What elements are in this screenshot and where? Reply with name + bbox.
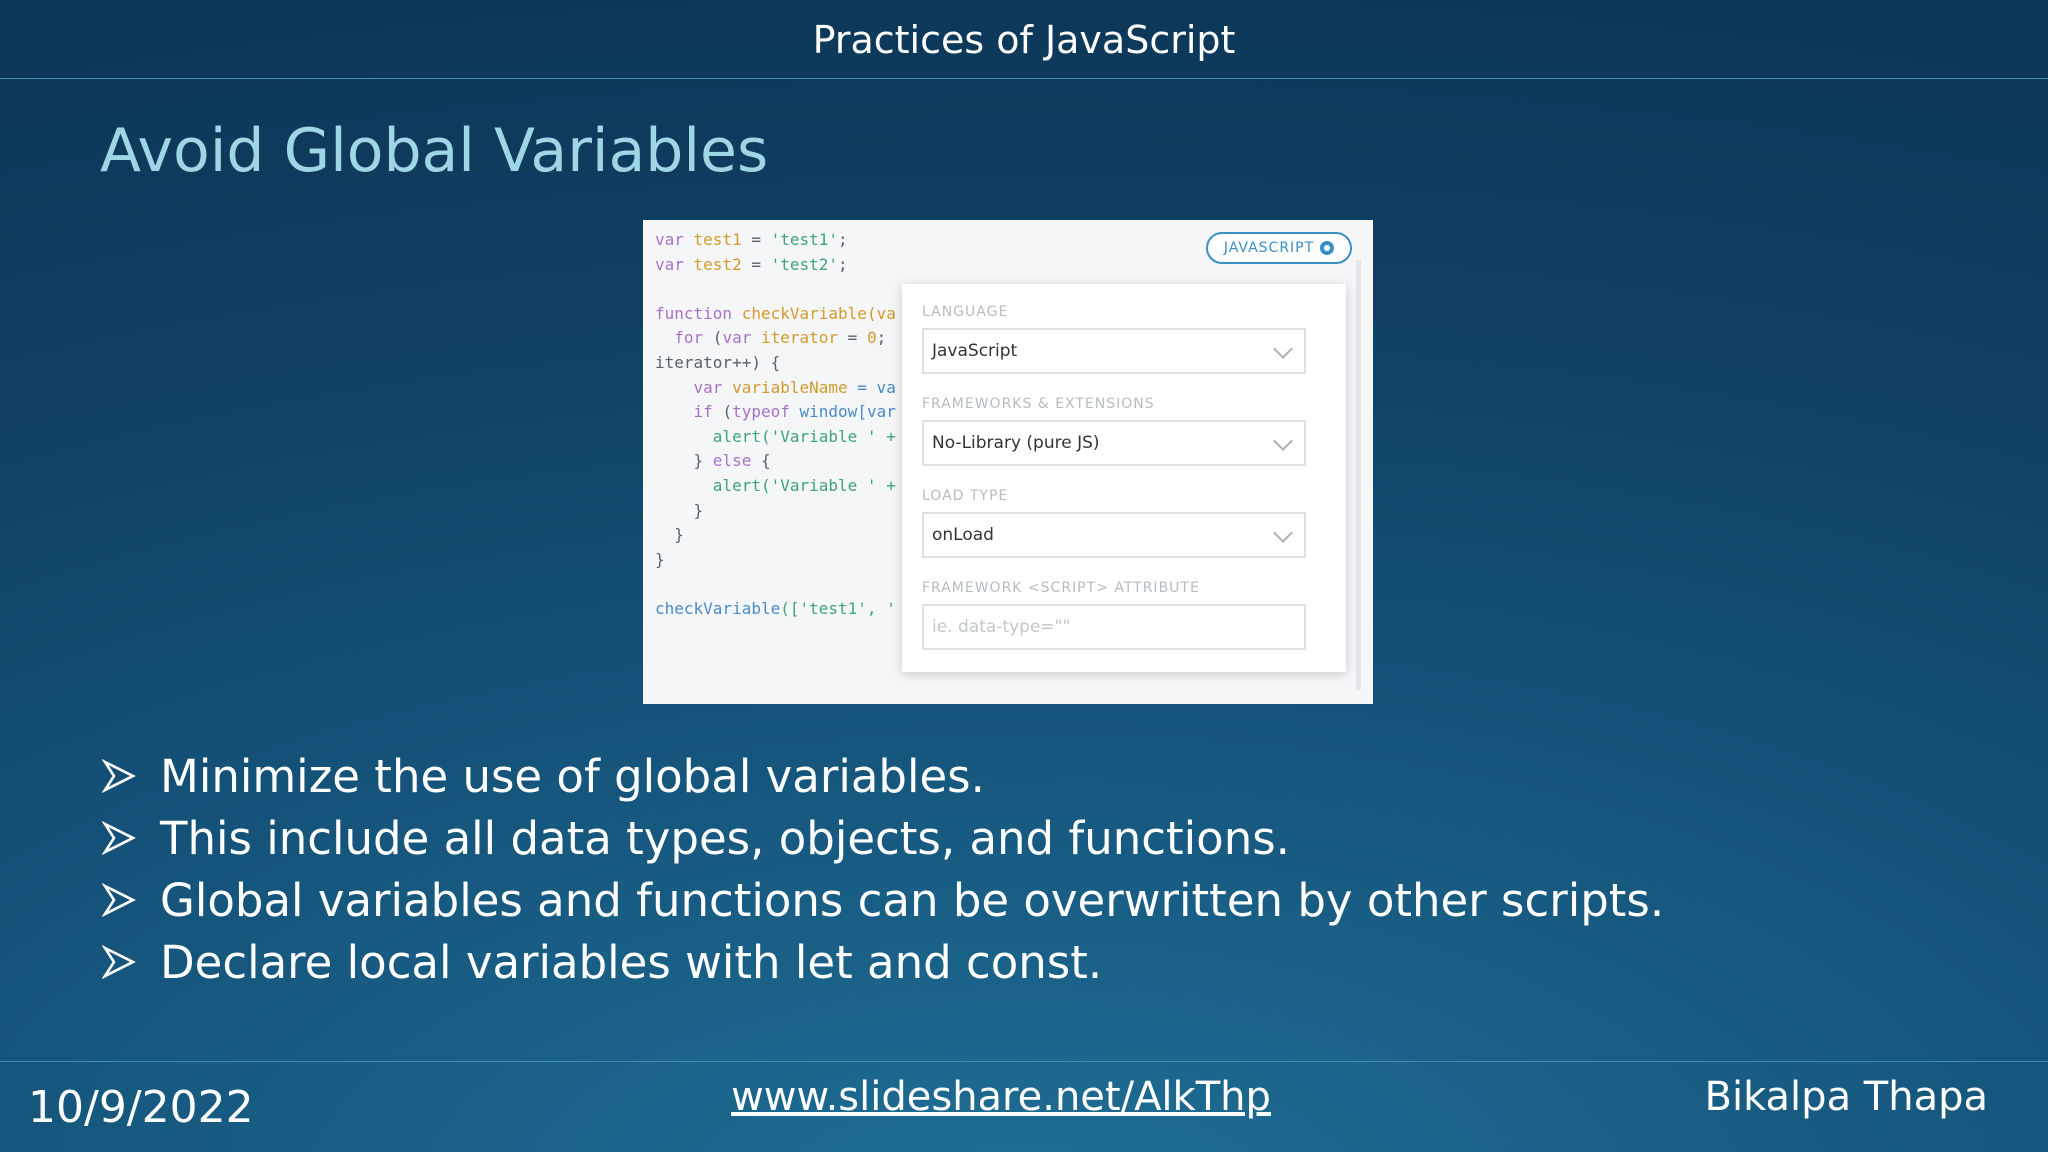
arrow-bullet-icon <box>102 821 136 855</box>
language-badge[interactable]: JAVASCRIPT <box>1206 232 1352 264</box>
footer-divider <box>0 1061 2048 1062</box>
code-line: } else { <box>655 451 771 471</box>
code-line: var variableName = va <box>655 377 896 397</box>
bullet-list: Minimize the use of global variables. Th… <box>102 745 1664 993</box>
header-title: Practices of JavaScript <box>812 18 1236 62</box>
slide-title: Avoid Global Variables <box>100 116 769 186</box>
language-select[interactable]: JavaScript <box>922 328 1306 374</box>
load-type-label: LOAD TYPE <box>922 488 1009 504</box>
code-line: alert('Variable ' + <box>655 475 896 495</box>
frameworks-value: No-Library (pure JS) <box>932 433 1100 453</box>
settings-panel: LANGUAGE JavaScript FRAMEWORKS & EXTENSI… <box>902 284 1346 672</box>
list-item: Minimize the use of global variables. <box>102 745 1664 807</box>
bullet-text: Minimize the use of global variables. <box>160 749 985 803</box>
arrow-bullet-icon <box>102 759 136 793</box>
code-screenshot: var test1 = 'test1'; var test2 = 'test2';… <box>643 220 1373 704</box>
language-badge-label: JAVASCRIPT <box>1223 240 1315 256</box>
chevron-down-icon <box>1273 339 1293 359</box>
bullet-text: Global variables and functions can be ov… <box>160 873 1665 927</box>
chevron-down-icon <box>1273 431 1293 451</box>
code-line: function checkVariable(va <box>655 303 896 323</box>
attribute-placeholder: ie. data-type="" <box>932 617 1071 637</box>
chevron-down-icon <box>1273 523 1293 543</box>
code-line: var test1 = 'test1'; <box>655 230 848 249</box>
code-line: var test2 = 'test2'; <box>655 254 848 274</box>
code-line: iterator++) { <box>655 352 781 372</box>
code-line: alert('Variable ' + <box>655 426 896 446</box>
load-type-select[interactable]: onLoad <box>922 512 1306 558</box>
load-type-value: onLoad <box>932 525 994 545</box>
code-line: } <box>655 549 665 569</box>
list-item: This include all data types, objects, an… <box>102 807 1664 869</box>
bullet-text: Declare local variables with let and con… <box>160 935 1103 989</box>
gear-icon <box>1320 241 1335 255</box>
list-item: Global variables and functions can be ov… <box>102 869 1664 931</box>
language-label: LANGUAGE <box>922 304 1009 320</box>
attribute-input[interactable]: ie. data-type="" <box>922 604 1306 650</box>
attribute-label: FRAMEWORK <SCRIPT> ATTRIBUTE <box>922 580 1200 596</box>
footer-link-text[interactable]: www.slideshare.net/AlkThp <box>731 1074 1271 1120</box>
frameworks-label: FRAMEWORKS & EXTENSIONS <box>922 396 1155 412</box>
list-item: Declare local variables with let and con… <box>102 931 1664 993</box>
code-line: checkVariable(['test1', ' <box>655 598 896 618</box>
arrow-bullet-icon <box>102 945 136 979</box>
code-line: } <box>655 525 684 545</box>
footer-author: Bikalpa Thapa <box>1704 1074 1988 1120</box>
language-value: JavaScript <box>932 341 1018 361</box>
code-line: for (var iterator = 0; <box>655 328 887 348</box>
scrollbar[interactable] <box>1356 260 1361 690</box>
code-editor: var test1 = 'test1'; var test2 = 'test2';… <box>655 228 896 622</box>
footer-link[interactable]: www.slideshare.net/AlkThp <box>0 1074 2002 1120</box>
code-line: } <box>655 500 704 520</box>
frameworks-select[interactable]: No-Library (pure JS) <box>922 420 1306 466</box>
arrow-bullet-icon <box>102 883 136 917</box>
code-line: if (typeof window[var <box>655 402 896 422</box>
bullet-text: This include all data types, objects, an… <box>160 811 1290 865</box>
